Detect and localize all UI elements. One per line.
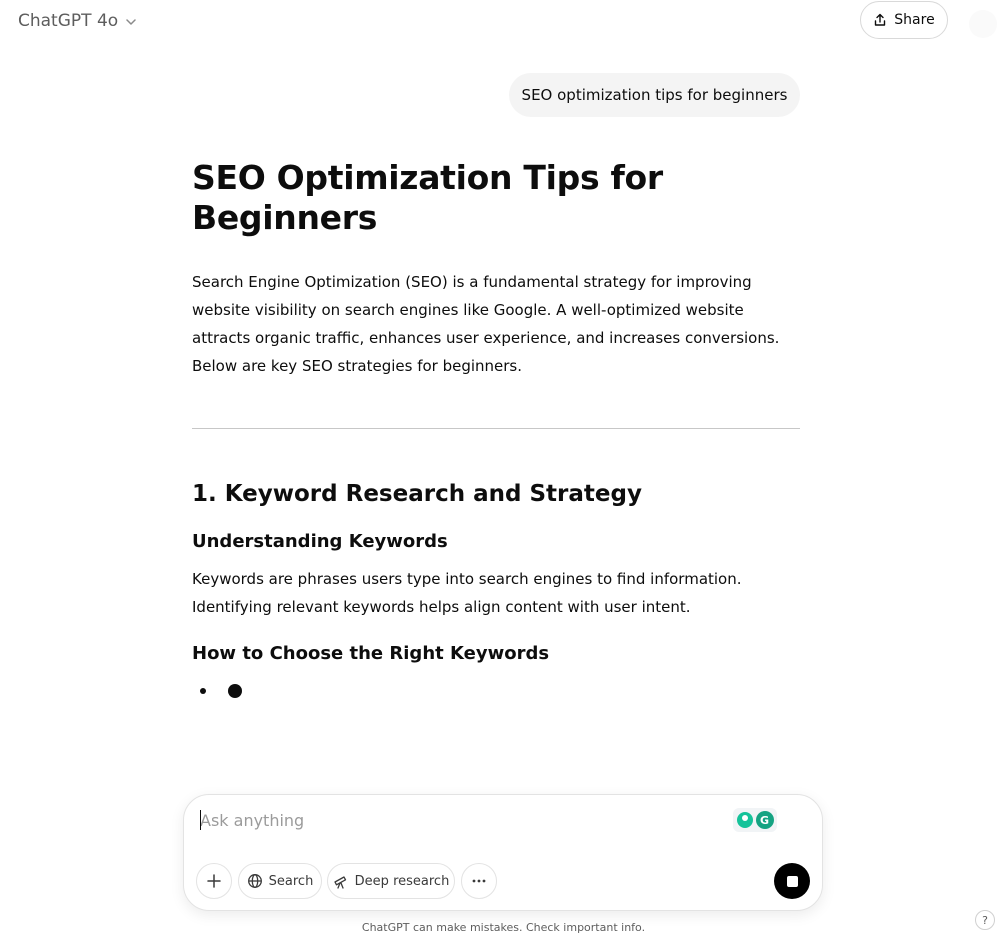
deep-research-button[interactable]: Deep research (327, 863, 455, 899)
chevron-down-icon (126, 18, 136, 25)
composer: G Search Deep research (183, 794, 823, 911)
prompt-input[interactable] (200, 807, 720, 833)
share-button[interactable]: Share (860, 1, 948, 39)
response-title: SEO Optimization Tips for Beginners (192, 158, 663, 237)
deep-research-label: Deep research (354, 873, 450, 889)
lightbulb-icon[interactable] (736, 812, 753, 828)
disclaimer: ChatGPT can make mistakes. Check importa… (361, 921, 646, 934)
list-bullet (200, 688, 206, 694)
grammarly-icon[interactable]: G (755, 811, 774, 829)
stop-generating-button[interactable] (774, 863, 810, 899)
section-heading: 1. Keyword Research and Strategy (192, 481, 642, 507)
stop-icon (786, 875, 798, 887)
user-message: SEO optimization tips for beginners (509, 73, 800, 117)
share-label: Share (894, 12, 935, 28)
streaming-cursor (228, 684, 242, 698)
avatar[interactable] (969, 10, 997, 38)
paragraph-keywords: Keywords are phrases users type into sea… (192, 570, 742, 616)
divider (192, 428, 800, 429)
globe-icon (247, 874, 262, 888)
grammarly-widget[interactable]: G (733, 808, 777, 832)
model-label: ChatGPT 4o (18, 11, 119, 31)
more-tools-button[interactable] (461, 863, 497, 899)
subheading-understanding: Understanding Keywords (192, 531, 448, 552)
subheading-choose: How to Choose the Right Keywords (192, 643, 550, 664)
search-label: Search (268, 873, 314, 889)
share-icon (875, 13, 886, 26)
text-caret (200, 810, 201, 830)
assistant-response: SEO Optimization Tips for Beginners Sear… (192, 158, 800, 698)
response-intro: Search Engine Optimization (SEO) is a fu… (192, 273, 780, 375)
ellipsis-icon (472, 879, 486, 883)
model-selector[interactable]: ChatGPT 4o (18, 9, 138, 33)
telescope-icon (334, 876, 346, 889)
search-button[interactable]: Search (238, 863, 322, 899)
help-button[interactable]: ? (975, 910, 995, 930)
plus-icon (207, 874, 221, 888)
attach-button[interactable] (196, 863, 232, 899)
